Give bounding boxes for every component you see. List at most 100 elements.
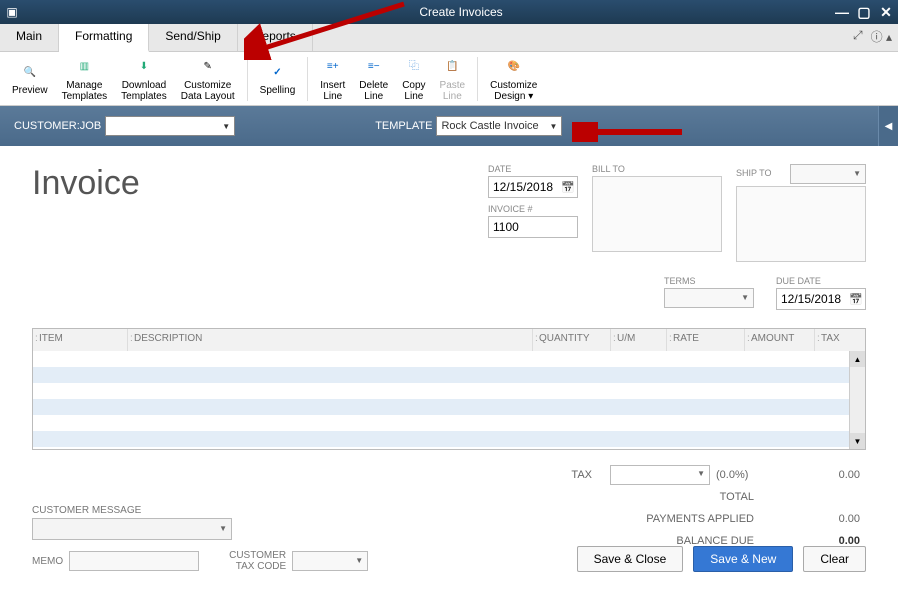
save-close-button[interactable]: Save & Close (577, 546, 684, 572)
customer-job-label: CUSTOMER:JOB (14, 120, 101, 132)
col-quantity: QUANTITY (533, 329, 611, 351)
clear-button[interactable]: Clear (803, 546, 866, 572)
customize-design-label: Customize Design ▾ (490, 80, 537, 102)
table-row[interactable] (33, 367, 865, 383)
customer-tax-code-dropdown[interactable] (292, 551, 368, 571)
date-value: 12/15/2018 (493, 180, 553, 194)
ribbon: 🔍 Preview ▥ Manage Templates ⬇ Download … (0, 52, 898, 106)
delete-line-button[interactable]: ≡− Delete Line (353, 54, 394, 104)
scrollbar[interactable]: ▲ ▼ (849, 351, 865, 449)
terms-dropdown[interactable] (664, 288, 754, 308)
table-row[interactable] (33, 415, 865, 431)
scroll-down-button[interactable]: ▼ (850, 433, 865, 449)
spelling-label: Spelling (260, 85, 296, 96)
customer-message-label: CUSTOMER MESSAGE (32, 505, 368, 516)
bill-to-label: BILL TO (592, 164, 722, 174)
copy-line-button[interactable]: ⿻ Copy Line (396, 54, 431, 104)
close-button[interactable]: ✕ (878, 4, 894, 20)
customize-data-layout-button[interactable]: ✎ Customize Data Layout (175, 54, 241, 104)
customer-job-dropdown[interactable] (105, 116, 235, 136)
due-date-label: DUE DATE (776, 276, 866, 286)
tax-pct: (0.0%) (716, 469, 766, 481)
preview-button[interactable]: 🔍 Preview (6, 59, 54, 98)
invoice-num-input[interactable]: 1100 (488, 216, 578, 238)
tab-main[interactable]: Main (0, 24, 59, 51)
spellcheck-icon: ✓ (273, 61, 281, 83)
ship-to-box[interactable] (736, 186, 866, 262)
invoice-num-label: INVOICE # (488, 204, 578, 214)
flyout-toggle[interactable]: ◀ (878, 106, 898, 146)
date-label: DATE (488, 164, 578, 174)
pencil-icon: ✎ (204, 56, 212, 78)
tab-reports[interactable]: Reports (238, 24, 313, 51)
insert-line-button[interactable]: ≡+ Insert Line (314, 54, 351, 104)
payments-applied-label: PAYMENTS APPLIED (446, 513, 766, 525)
customize-design-button[interactable]: 🎨 Customize Design ▾ (484, 54, 543, 104)
tax-amount: 0.00 (766, 469, 866, 481)
minimize-button[interactable]: — (834, 4, 850, 20)
due-date-value: 12/15/2018 (781, 292, 841, 306)
tax-label: TAX (446, 469, 604, 481)
paste-line-label: Paste Line (440, 80, 466, 102)
tab-sendship[interactable]: Send/Ship (149, 24, 237, 51)
insert-line-icon: ≡+ (327, 56, 339, 78)
col-um: U/M (611, 329, 667, 351)
template-value: Rock Castle Invoice (441, 120, 538, 132)
spelling-button[interactable]: ✓ Spelling (254, 59, 302, 98)
bill-to-box[interactable] (592, 176, 722, 252)
tab-formatting[interactable]: Formatting (59, 24, 149, 52)
date-input[interactable]: 12/15/2018 (488, 176, 578, 198)
customize-data-layout-label: Customize Data Layout (181, 80, 235, 102)
window-menu-icon[interactable]: ▣ (0, 5, 24, 19)
manage-templates-button[interactable]: ▥ Manage Templates (56, 54, 114, 104)
total-label: TOTAL (446, 491, 766, 503)
ribbon-tabs: Main Formatting Send/Ship Reports ⤢ ⓘ ▴ (0, 24, 898, 52)
customer-tax-code-label: CUSTOMER TAX CODE (229, 550, 286, 572)
insert-line-label: Insert Line (320, 80, 345, 102)
magnifier-icon: 🔍 (24, 61, 36, 83)
col-description: DESCRIPTION (128, 329, 533, 351)
separator (477, 57, 478, 101)
col-amount: AMOUNT (745, 329, 815, 351)
col-item: ITEM (33, 329, 128, 351)
preview-label: Preview (12, 85, 48, 96)
expand-icon[interactable]: ⤢ (853, 28, 863, 45)
table-row[interactable] (33, 383, 865, 399)
table-row[interactable] (33, 431, 865, 447)
table-row[interactable] (33, 399, 865, 415)
template-dropdown[interactable]: Rock Castle Invoice (436, 116, 562, 136)
manage-templates-label: Manage Templates (62, 80, 108, 102)
maximize-button[interactable]: ▢ (856, 4, 872, 20)
paste-line-button[interactable]: 📋 Paste Line (434, 54, 472, 104)
line-items-table: ITEM DESCRIPTION QUANTITY U/M RATE AMOUN… (32, 328, 866, 450)
customer-bar: CUSTOMER:JOB TEMPLATE Rock Castle Invoic… (0, 106, 898, 146)
ship-to-dropdown[interactable] (790, 164, 866, 184)
delete-line-label: Delete Line (359, 80, 388, 102)
window-title: Create Invoices (24, 5, 898, 19)
table-header: ITEM DESCRIPTION QUANTITY U/M RATE AMOUN… (33, 329, 865, 351)
download-icon: ⬇ (140, 56, 148, 78)
memo-label: MEMO (32, 556, 63, 567)
paste-line-icon: 📋 (446, 56, 458, 78)
tax-dropdown[interactable] (610, 465, 710, 485)
terms-label: TERMS (664, 276, 754, 286)
customer-message-dropdown[interactable] (32, 518, 232, 540)
chevron-left-icon: ◀ (885, 121, 893, 132)
scroll-up-button[interactable]: ▲ (850, 351, 865, 367)
download-templates-button[interactable]: ⬇ Download Templates (115, 54, 173, 104)
separator (307, 57, 308, 101)
table-row[interactable] (33, 351, 865, 367)
invoice-num-value: 1100 (493, 220, 519, 234)
help-icon[interactable]: ⓘ ▴ (871, 28, 892, 45)
copy-line-icon: ⿻ (409, 56, 419, 78)
templates-icon: ▥ (80, 56, 89, 78)
memo-input[interactable] (69, 551, 199, 571)
titlebar: ▣ Create Invoices — ▢ ✕ (0, 0, 898, 24)
due-date-input[interactable]: 12/15/2018 (776, 288, 866, 310)
invoice-title: Invoice (32, 164, 140, 262)
separator (247, 57, 248, 101)
col-rate: RATE (667, 329, 745, 351)
table-body[interactable]: ▲ ▼ (33, 351, 865, 449)
delete-line-icon: ≡− (368, 56, 380, 78)
save-new-button[interactable]: Save & New (693, 546, 793, 572)
